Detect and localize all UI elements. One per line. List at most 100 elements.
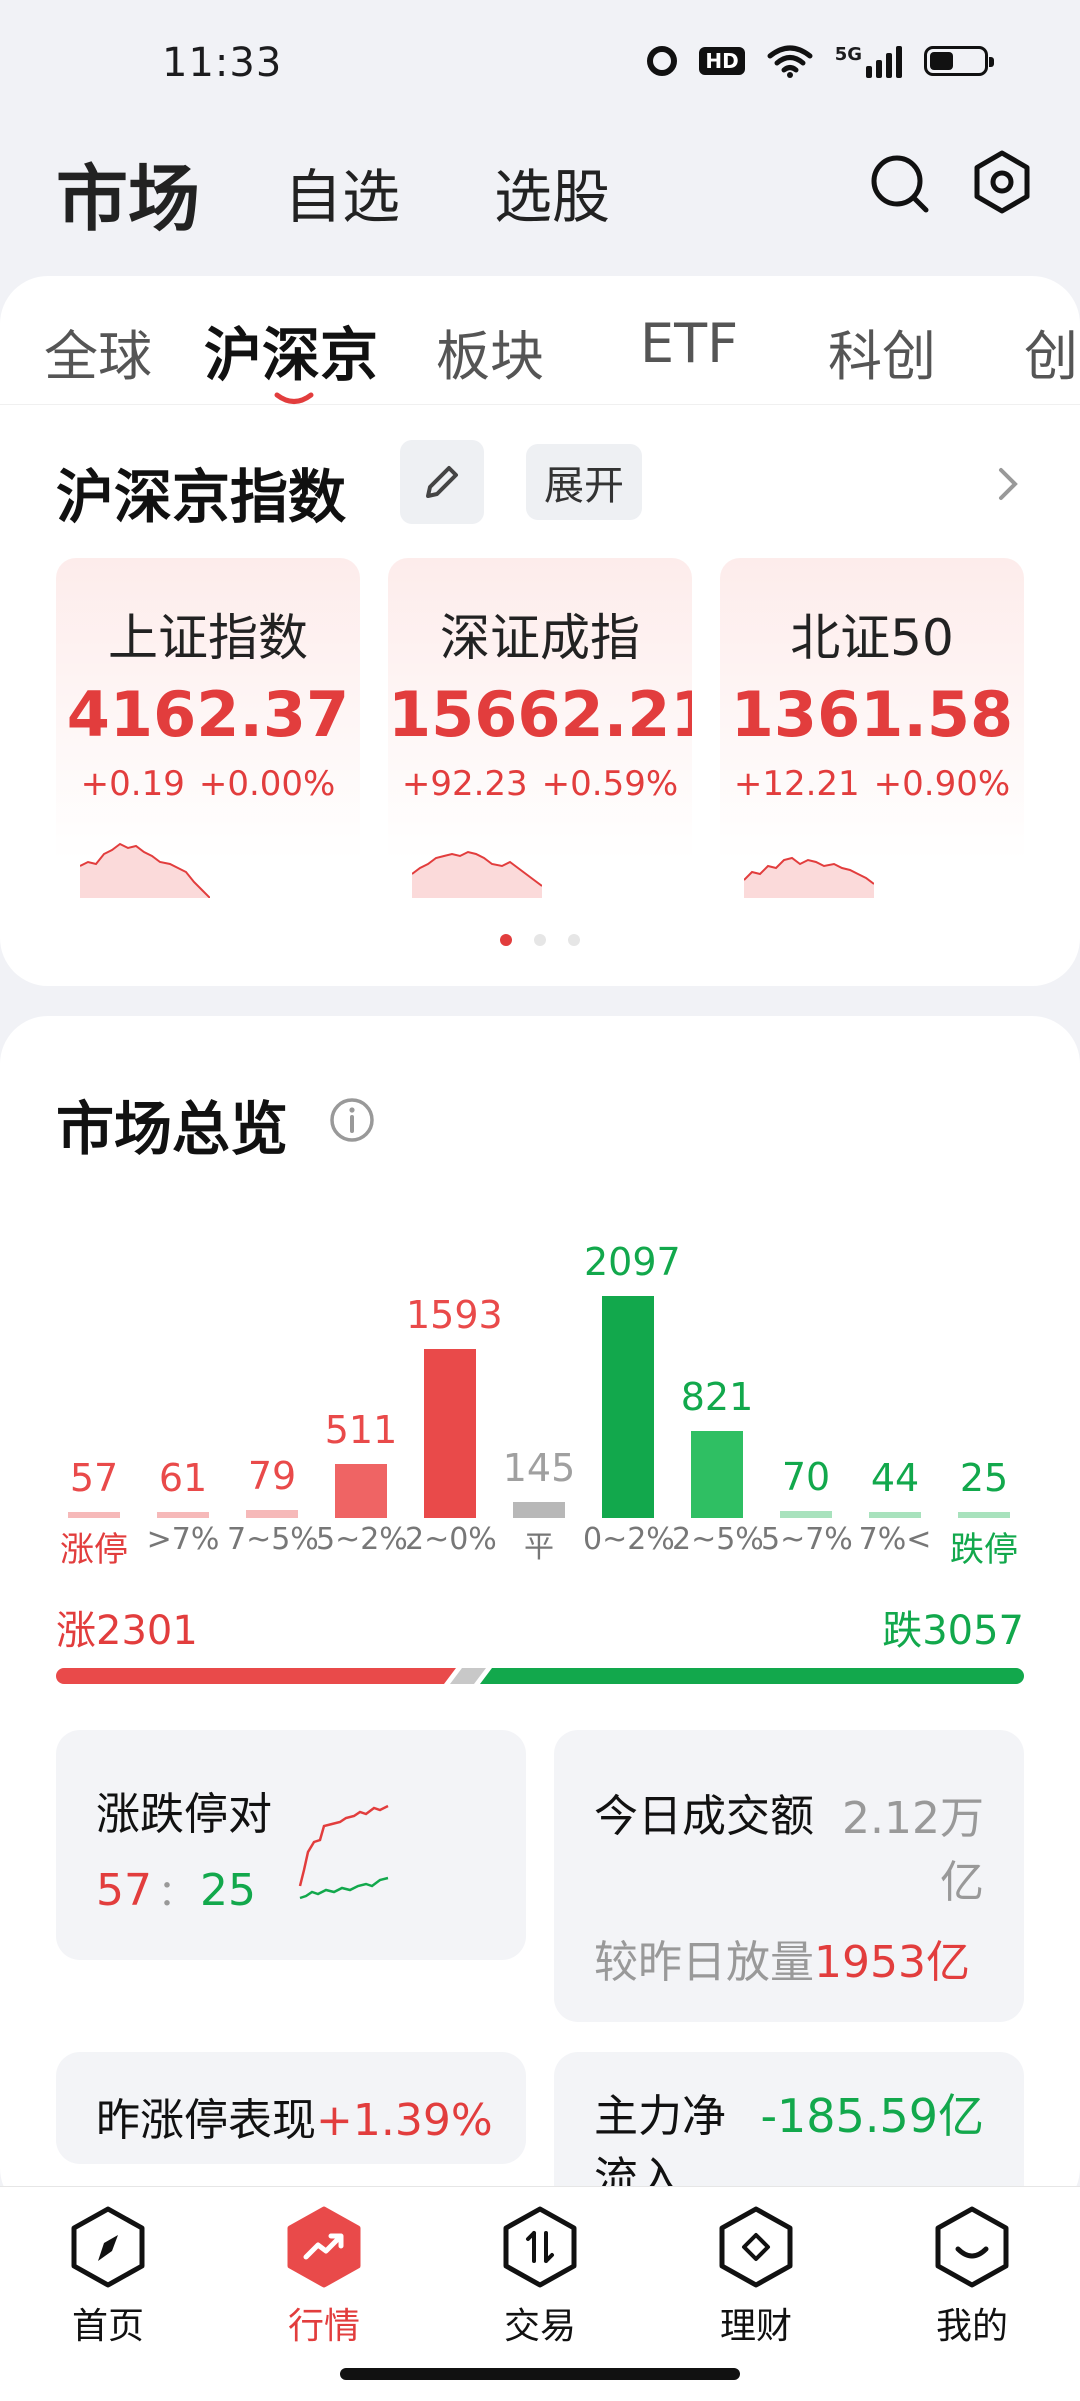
home-indicator[interactable] [340, 2368, 740, 2380]
nav-trade[interactable]: 交易 [470, 2205, 610, 2349]
status-icons: HD 5G [647, 44, 994, 78]
top-tab-market[interactable]: 市场 [56, 140, 200, 245]
rise-fall-ratio-bar [56, 1668, 1024, 1684]
distribution-label: 0~2% [583, 1522, 675, 1557]
index-sparkline [80, 842, 210, 898]
nav-market[interactable]: 行情 [254, 2205, 394, 2349]
distribution-bar[interactable] [157, 1512, 209, 1518]
distribution-bar[interactable] [335, 1464, 387, 1518]
distribution-bar[interactable] [424, 1349, 476, 1518]
index-value: 1361.58 [730, 678, 1014, 751]
distribution-label: 平 [524, 1530, 554, 1565]
distribution-count: 57 [69, 1456, 119, 1500]
diamond-icon [719, 2206, 793, 2288]
index-name: 上证指数 [108, 609, 308, 667]
wifi-icon [767, 45, 813, 78]
turnover-box[interactable]: 今日成交额 2.12万 亿 较昨日放量1953亿 [554, 1730, 1024, 2022]
distribution-bar[interactable] [246, 1510, 298, 1518]
main-flow-value: -185.59亿 [760, 2089, 984, 2143]
turnover-value: 2.12万 [842, 1793, 984, 1844]
limit-down-count: 25 [200, 1865, 257, 1916]
distribution-bar[interactable] [68, 1512, 120, 1518]
index-value: 15662.21 [388, 678, 692, 751]
distribution-count: 1593 [406, 1293, 503, 1337]
index-pct: +0.00% [198, 764, 336, 804]
limit-up-count: 57 [96, 1865, 152, 1916]
distribution-count: 70 [781, 1455, 831, 1499]
info-icon[interactable] [328, 1096, 376, 1144]
distribution-count: 61 [158, 1456, 208, 1500]
alarm-icon [647, 46, 678, 76]
index-card-sse[interactable]: 上证指数 4162.37 +0.19 +0.00% [56, 558, 360, 914]
index-change: +12.21 [733, 764, 860, 804]
edit-pencil-icon [426, 466, 458, 498]
nav-label: 行情 [287, 2306, 360, 2347]
limit-pair-chart [298, 1804, 389, 1900]
distribution-count: 25 [959, 1456, 1009, 1500]
yesterday-limit-box[interactable]: 昨涨停表现+1.39% [56, 2052, 526, 2164]
limit-pair-box[interactable]: 涨跌停对 57： 25 [56, 1730, 526, 1960]
distribution-bar[interactable] [780, 1511, 832, 1518]
distribution-count: 821 [680, 1375, 754, 1419]
nav-mine[interactable]: 我的 [902, 2205, 1042, 2349]
nav-label: 首页 [71, 2306, 144, 2347]
page-dot [568, 934, 580, 946]
distribution-bar[interactable] [958, 1512, 1010, 1518]
compass-icon [71, 2206, 145, 2288]
top-tab-watchlist[interactable]: 自选 [284, 150, 400, 234]
signal-icon: 5G [835, 44, 902, 78]
nav-label: 我的 [935, 2306, 1008, 2347]
turnover-title: 今日成交额 [594, 1791, 814, 1842]
index-value: 4162.37 [66, 678, 350, 751]
nav-home[interactable]: 首页 [38, 2205, 178, 2349]
expand-button[interactable]: 展开 [526, 444, 642, 520]
index-sparkline [412, 850, 542, 898]
sub-tab-etf[interactable]: ETF [640, 312, 738, 375]
sub-tab-star[interactable]: 科创 [828, 312, 936, 391]
distribution-count: 2097 [584, 1240, 681, 1284]
search-icon[interactable] [868, 152, 932, 216]
nav-wealth[interactable]: 理财 [686, 2205, 826, 2349]
index-card-bse50[interactable]: 北证50 1361.58 +12.21 +0.90% [720, 558, 1024, 914]
yesterday-limit-title: 昨涨停表现 [96, 2095, 316, 2146]
sub-tab-chinext[interactable]: 创 [1024, 312, 1078, 391]
distribution-bar[interactable] [691, 1431, 743, 1518]
overview-title: 市场总览 [56, 1095, 289, 1163]
yesterday-limit-value: +1.39% [316, 2095, 493, 2146]
distribution-label: 涨停 [60, 1530, 128, 1570]
flat-segment [450, 1668, 486, 1684]
distribution-label: 7%< [858, 1522, 932, 1557]
distribution-label: 2~5% [672, 1522, 764, 1557]
index-pct: +0.59% [541, 764, 679, 804]
exchange-icon [503, 2206, 577, 2288]
index-section-title: 沪深京指数 [56, 463, 347, 531]
top-tab-stock-picker[interactable]: 选股 [494, 150, 610, 234]
index-name: 深证成指 [440, 609, 640, 667]
distribution-count: 145 [502, 1446, 576, 1490]
active-tab-indicator [274, 392, 314, 404]
turnover-value-unit: 亿 [940, 1857, 984, 1908]
sub-tab-hushenjing[interactable]: 沪深京 [204, 308, 378, 392]
smile-icon [935, 2206, 1009, 2288]
page-dot [500, 934, 512, 946]
limit-pair-separator: ： [158, 1873, 195, 1914]
main-flow-title: 主力净 [594, 2091, 726, 2142]
hd-icon: HD [699, 47, 745, 75]
chevron-right-icon[interactable] [996, 466, 1020, 502]
edit-button[interactable] [400, 440, 484, 524]
turnover-compare-label: 较昨日放量 [594, 1937, 814, 1988]
distribution-label: 5~2% [316, 1522, 408, 1557]
distribution-bar[interactable] [869, 1512, 921, 1518]
distribution-label: 7~5% [227, 1522, 319, 1557]
fall-count-label: 跌3057 [882, 1608, 1024, 1654]
distribution-bar[interactable] [513, 1502, 565, 1518]
index-change: +92.23 [401, 764, 528, 804]
index-card-szse[interactable]: 深证成指 15662.21 +92.23 +0.59% [388, 558, 692, 914]
fall-segment [480, 1668, 1024, 1684]
turnover-compare-value: 1953亿 [814, 1937, 970, 1988]
settings-icon[interactable] [970, 150, 1034, 214]
sub-tab-global[interactable]: 全球 [44, 312, 152, 391]
sub-tab-sector[interactable]: 板块 [436, 312, 544, 391]
distribution-bar[interactable] [602, 1296, 654, 1518]
network-type: 5G [834, 44, 862, 65]
